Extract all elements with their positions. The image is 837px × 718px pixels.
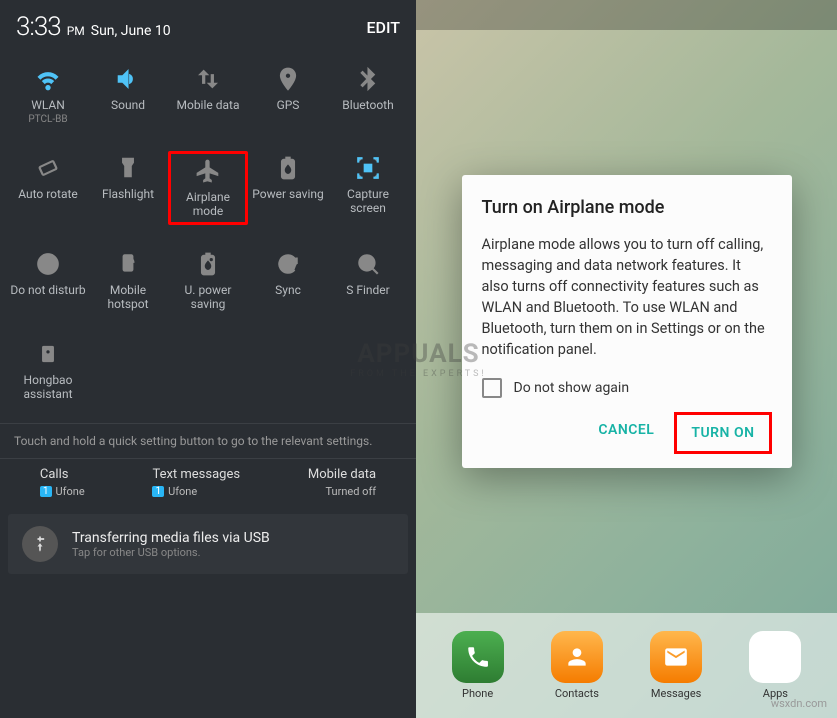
mobile-data-card[interactable]: Mobile data Turned off [308, 467, 376, 498]
clock-date: Sun, June 10 [91, 23, 171, 39]
usb-notification[interactable]: Transferring media files via USB Tap for… [8, 514, 408, 574]
bluetooth-icon [355, 66, 381, 92]
dock-phone[interactable]: Phone [452, 631, 504, 700]
tile-label: Flashlight [102, 187, 154, 201]
messages-icon [650, 631, 702, 683]
mobile-data-tile[interactable]: Mobile data [168, 62, 248, 129]
wlan-tile[interactable]: WLAN PTCL-BB [8, 62, 88, 129]
carrier: Ufone [56, 485, 85, 498]
card-title: Mobile data [308, 467, 376, 482]
dock-label: Messages [651, 687, 701, 700]
home-screen: Turn on Airplane mode Airplane mode allo… [416, 0, 837, 718]
sync-icon [275, 251, 301, 277]
quick-settings-grid: WLAN PTCL-BB Sound Mobile data GPS Bluet… [0, 48, 416, 423]
power-saving-tile[interactable]: Power saving [248, 151, 328, 225]
dock-label: Contacts [555, 687, 599, 700]
tile-label: Power saving [252, 187, 324, 201]
usb-subtitle: Tap for other USB options. [72, 546, 270, 559]
sim-badge: 1 [152, 486, 164, 497]
tile-label: S Finder [346, 283, 389, 297]
sim-badge: 1 [40, 486, 52, 497]
tile-label: Hongbao assistant [10, 373, 86, 401]
hotspot-icon [115, 251, 141, 277]
card-title: Text messages [152, 467, 240, 482]
texts-card[interactable]: Text messages 1 Ufone [152, 467, 240, 498]
calls-card[interactable]: Calls 1 Ufone [40, 467, 85, 498]
card-status: Turned off [325, 485, 376, 498]
dialog-actions: CANCEL TURN ON [482, 412, 772, 454]
airplane-icon [195, 158, 221, 184]
dock-contacts[interactable]: Contacts [551, 631, 603, 700]
checkbox-icon[interactable] [482, 378, 502, 398]
hotspot-tile[interactable]: Mobile hotspot [88, 247, 168, 315]
edit-button[interactable]: EDIT [366, 18, 400, 37]
auto-rotate-tile[interactable]: Auto rotate [8, 151, 88, 225]
capture-screen-tile[interactable]: Capture screen [328, 151, 408, 225]
tile-label: Mobile hotspot [90, 283, 166, 311]
do-not-show-row[interactable]: Do not show again [482, 378, 772, 398]
bluetooth-tile[interactable]: Bluetooth [328, 62, 408, 129]
clock-time: 3:33 [16, 12, 61, 42]
hongbao-tile[interactable]: Hongbao assistant [8, 337, 88, 405]
time-date: 3:33 PM Sun, June 10 [16, 12, 171, 42]
sim-cards-row: Calls 1 Ufone Text messages 1 Ufone Mobile… [0, 458, 416, 506]
wifi-icon [35, 66, 61, 92]
tile-label: Do not disturb [10, 283, 85, 297]
u-power-saving-tile[interactable]: U. power saving [168, 247, 248, 315]
sync-tile[interactable]: Sync [248, 247, 328, 315]
s-finder-tile[interactable]: S Finder [328, 247, 408, 315]
tile-label: WLAN [31, 98, 65, 112]
tile-label: Auto rotate [18, 187, 78, 201]
flashlight-icon [115, 155, 141, 181]
dock-label: Phone [462, 687, 493, 700]
tile-sublabel: PTCL-BB [28, 114, 67, 125]
gps-tile[interactable]: GPS [248, 62, 328, 129]
dnd-tile[interactable]: Do not disturb [8, 247, 88, 315]
status-bar: 3:33 PM Sun, June 10 EDIT [0, 0, 416, 48]
quick-settings-panel: 3:33 PM Sun, June 10 EDIT WLAN PTCL-BB S… [0, 0, 416, 718]
tile-label: U. power saving [170, 283, 246, 311]
airplane-mode-dialog: Turn on Airplane mode Airplane mode allo… [462, 175, 792, 468]
sfinder-icon [355, 251, 381, 277]
u-power-icon [195, 251, 221, 277]
contacts-icon [551, 631, 603, 683]
power-saving-icon [275, 155, 301, 181]
mobile-data-icon [195, 66, 221, 92]
cancel-button[interactable]: CANCEL [584, 412, 668, 454]
gps-icon [275, 66, 301, 92]
tile-label: Capture screen [330, 187, 406, 215]
turn-on-button[interactable]: TURN ON [674, 412, 771, 454]
dnd-icon [35, 251, 61, 277]
tile-label: Bluetooth [342, 98, 393, 112]
hongbao-icon [35, 341, 61, 367]
hint-text: Touch and hold a quick setting button to… [0, 423, 416, 458]
status-bar-right [416, 0, 837, 30]
apps-icon [749, 631, 801, 683]
sound-tile[interactable]: Sound [88, 62, 168, 129]
tile-label: Sync [275, 283, 301, 297]
tile-label: Airplane mode [173, 190, 243, 218]
tile-label: Mobile data [177, 98, 240, 112]
rotate-icon [35, 155, 61, 181]
flashlight-tile[interactable]: Flashlight [88, 151, 168, 225]
capture-icon [355, 155, 381, 181]
usb-title: Transferring media files via USB [72, 530, 270, 546]
checkbox-label: Do not show again [514, 380, 630, 396]
clock-ampm: PM [67, 24, 85, 38]
dock-messages[interactable]: Messages [650, 631, 702, 700]
corner-watermark: wsxdn.com [771, 697, 827, 710]
dialog-body: Airplane mode allows you to turn off cal… [482, 234, 772, 360]
card-title: Calls [40, 467, 69, 482]
airplane-mode-tile[interactable]: Airplane mode [168, 151, 248, 225]
sound-icon [115, 66, 141, 92]
tile-label: Sound [111, 98, 145, 112]
dock-apps[interactable]: Apps [749, 631, 801, 700]
tile-label: GPS [277, 98, 300, 112]
phone-icon [452, 631, 504, 683]
carrier: Ufone [168, 485, 197, 498]
dialog-title: Turn on Airplane mode [482, 197, 772, 218]
usb-icon [22, 526, 58, 562]
